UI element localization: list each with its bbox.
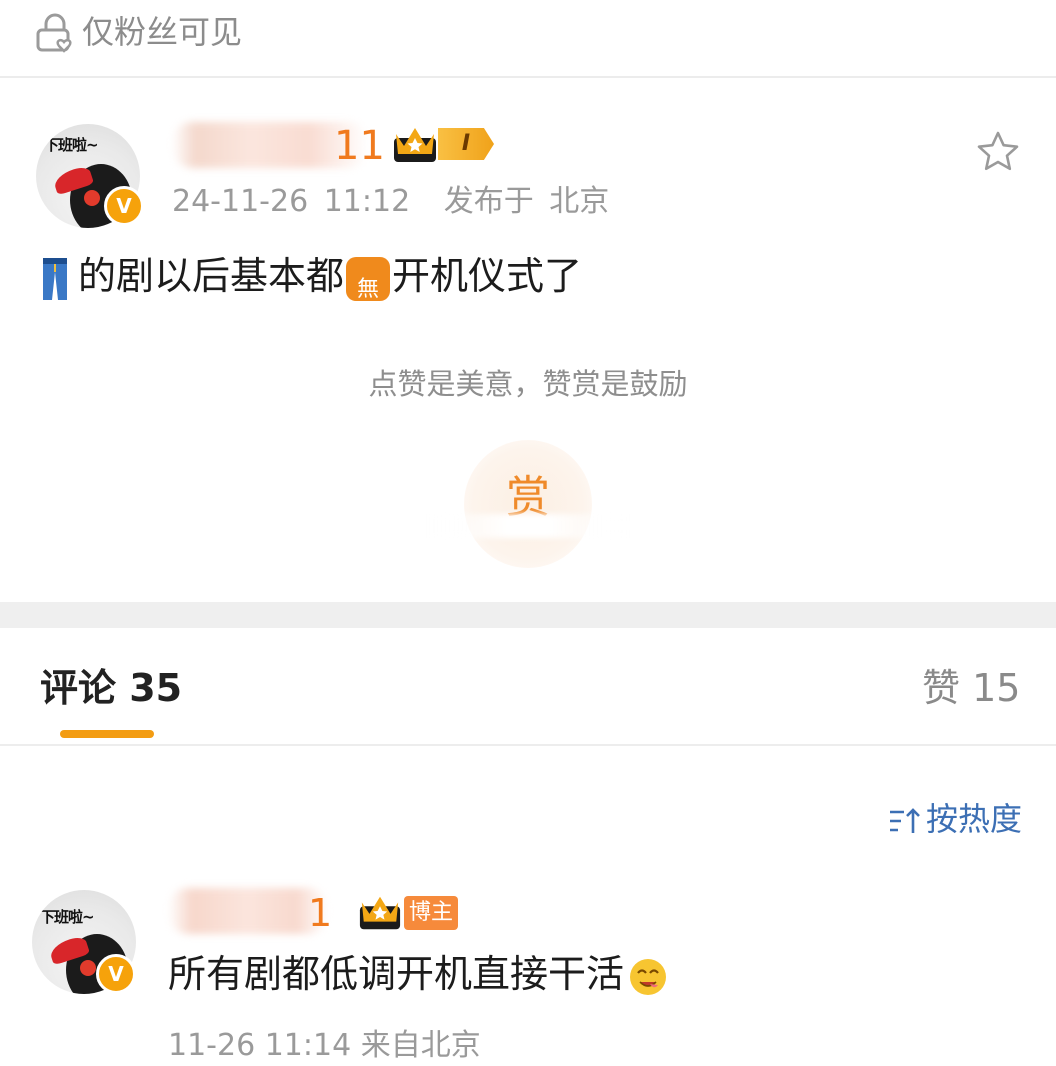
- section-divider: [0, 602, 1056, 628]
- tab-comments[interactable]: 评论 35: [40, 664, 182, 712]
- post-meta: 24-11-26 11:12 发布于 北京: [172, 182, 609, 222]
- comment-meta: 11-26 11:14 来自北京: [168, 1028, 481, 1063]
- post-location: 发布于 北京: [443, 184, 610, 219]
- active-tab-indicator: [60, 730, 154, 738]
- crown-icon: [394, 128, 436, 162]
- avatar-caption: 下班啦~: [44, 136, 99, 154]
- post-body-text-2: 开机仪式了: [392, 254, 583, 298]
- sort-button[interactable]: 按热度: [888, 798, 1022, 840]
- sort-icon: [890, 808, 920, 833]
- author-tag-badge: 博主: [404, 896, 458, 930]
- reward-hint: 点赞是美意，赞赏是鼓励: [368, 367, 688, 401]
- lock-heart-icon: [36, 13, 72, 53]
- visibility-label: 仅粉丝可见: [82, 13, 243, 51]
- wu-emoji-icon: 無: [346, 256, 391, 302]
- star-icon[interactable]: [974, 128, 1022, 176]
- yummy-face-icon: [630, 958, 667, 995]
- post-body: 的剧以后基本都無开机仪式了: [40, 250, 582, 302]
- tab-likes[interactable]: 赞 15: [922, 664, 1020, 712]
- wu-emoji-char: 無: [357, 276, 380, 302]
- comment-text-body: 所有剧都低调开机直接干活: [168, 952, 625, 996]
- post-author-name[interactable]: 11: [334, 124, 385, 168]
- visibility-bar: 仅粉丝可见: [0, 0, 1056, 78]
- verified-badge: V: [96, 954, 136, 994]
- post-timestamp: 24-11-26 11:12: [172, 184, 411, 219]
- reward-obscured-strip: [430, 514, 626, 538]
- crown-icon: [359, 896, 401, 930]
- verified-badge: V: [104, 186, 144, 226]
- comment-text: 所有剧都低调开机直接干活: [168, 948, 668, 1000]
- avatar-nose: [84, 190, 100, 206]
- comment-author-name-obscured: [168, 888, 328, 934]
- post-body-text-1: 的剧以后基本都: [78, 254, 345, 298]
- avatar-caption: 下班啦~: [40, 908, 95, 926]
- tabs-divider: [0, 744, 1056, 746]
- jeans-icon: [43, 257, 67, 300]
- sort-label: 按热度: [926, 800, 1023, 838]
- comment-author-name[interactable]: 1: [308, 892, 332, 934]
- avatar-nose: [80, 960, 96, 976]
- user-level-badge: I: [438, 128, 494, 160]
